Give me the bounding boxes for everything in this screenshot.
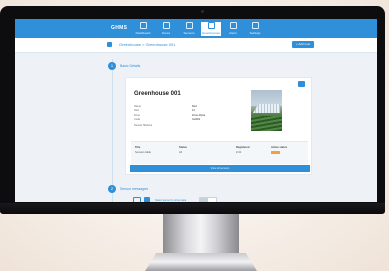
nav-item-alerts[interactable]: Alerts — [223, 22, 243, 36]
timeline-line — [112, 59, 113, 202]
nav-label: Zones — [161, 31, 171, 35]
field-label: Zone — [134, 114, 140, 117]
nav-label: Sensors — [183, 31, 195, 35]
gear-icon — [251, 22, 259, 29]
monitor-base — [145, 253, 257, 271]
app-logo: GHMS — [111, 25, 128, 31]
sensors-icon — [185, 22, 193, 29]
field-label: Size — [134, 109, 140, 112]
nav-label: Greenhouses — [201, 31, 220, 35]
dashboard-icon — [139, 22, 147, 29]
section-title-sensor: Sensor messages — [120, 187, 149, 191]
camera-dot — [201, 10, 204, 13]
step-badge: 1 — [108, 62, 116, 70]
field-label: Sensor Shelves — [134, 124, 153, 127]
filter-icon[interactable] — [144, 197, 150, 202]
greenhouse-icon — [207, 22, 215, 29]
sensor-table: Title Status Registered Active status Se… — [131, 141, 308, 164]
nav-item-dashboard[interactable]: Dashboard — [133, 22, 153, 36]
table-header: Registered — [236, 146, 250, 149]
nav-item-greenhouses[interactable]: Greenhouses — [201, 22, 221, 36]
nav-item-sensors[interactable]: Sensors — [179, 22, 199, 36]
field-value: Red — [192, 105, 197, 108]
greenhouse-photo — [251, 90, 282, 131]
add-new-button[interactable]: + Add new — [292, 41, 314, 48]
nav-label: Settings — [249, 31, 261, 35]
table-header: Status — [179, 146, 187, 149]
refresh-icon[interactable] — [133, 197, 141, 202]
monitor: GHMS Dashboard Zones Sensors Greenhouses… — [0, 0, 389, 271]
field-value: GH001 — [192, 118, 201, 121]
step-badge: 2 — [108, 185, 116, 193]
field-label: Code — [134, 118, 141, 121]
nav-item-settings[interactable]: Settings — [245, 22, 265, 36]
section-title-basic: Basic Details — [120, 64, 141, 68]
table-header: Title — [135, 146, 141, 149]
monitor-chin — [0, 203, 385, 214]
greenhouse-name: Greenhouse 001 — [134, 91, 181, 97]
nav-label: Alerts — [229, 31, 237, 35]
app-screen: GHMS Dashboard Zones Sensors Greenhouses… — [15, 19, 377, 202]
nav-label: Dashboard — [135, 31, 151, 35]
field-value: 12 — [192, 109, 195, 112]
breadcrumb-bar: Greenhouse > Greenhouse 001 + Add new — [15, 38, 377, 53]
table-cell: Z-01 — [236, 151, 242, 154]
sensor-select[interactable]: Select sensor to show data — [155, 199, 186, 202]
table-cell: Sensors table — [135, 151, 151, 154]
view-all-button[interactable]: View all sensors — [130, 165, 310, 172]
bell-icon — [229, 22, 237, 29]
monitor-stand — [163, 214, 239, 256]
top-navigation: GHMS Dashboard Zones Sensors Greenhouses… — [15, 19, 377, 38]
greenhouse-roof — [253, 104, 280, 113]
breadcrumb[interactable]: Greenhouse > Greenhouse 001 — [119, 42, 175, 47]
status-badge — [271, 151, 280, 154]
nav-item-zones[interactable]: Zones — [156, 22, 176, 36]
crop-rows — [251, 116, 282, 131]
field-value: Zone Alpha — [192, 114, 206, 117]
greenhouse-icon — [107, 42, 112, 47]
view-toggle[interactable] — [199, 197, 217, 202]
field-label: Name — [134, 105, 141, 108]
zones-icon — [162, 22, 170, 29]
edit-button[interactable] — [298, 81, 305, 87]
table-cell: All — [179, 151, 182, 154]
toggle-knob — [200, 198, 208, 202]
table-header: Active status — [271, 146, 288, 149]
